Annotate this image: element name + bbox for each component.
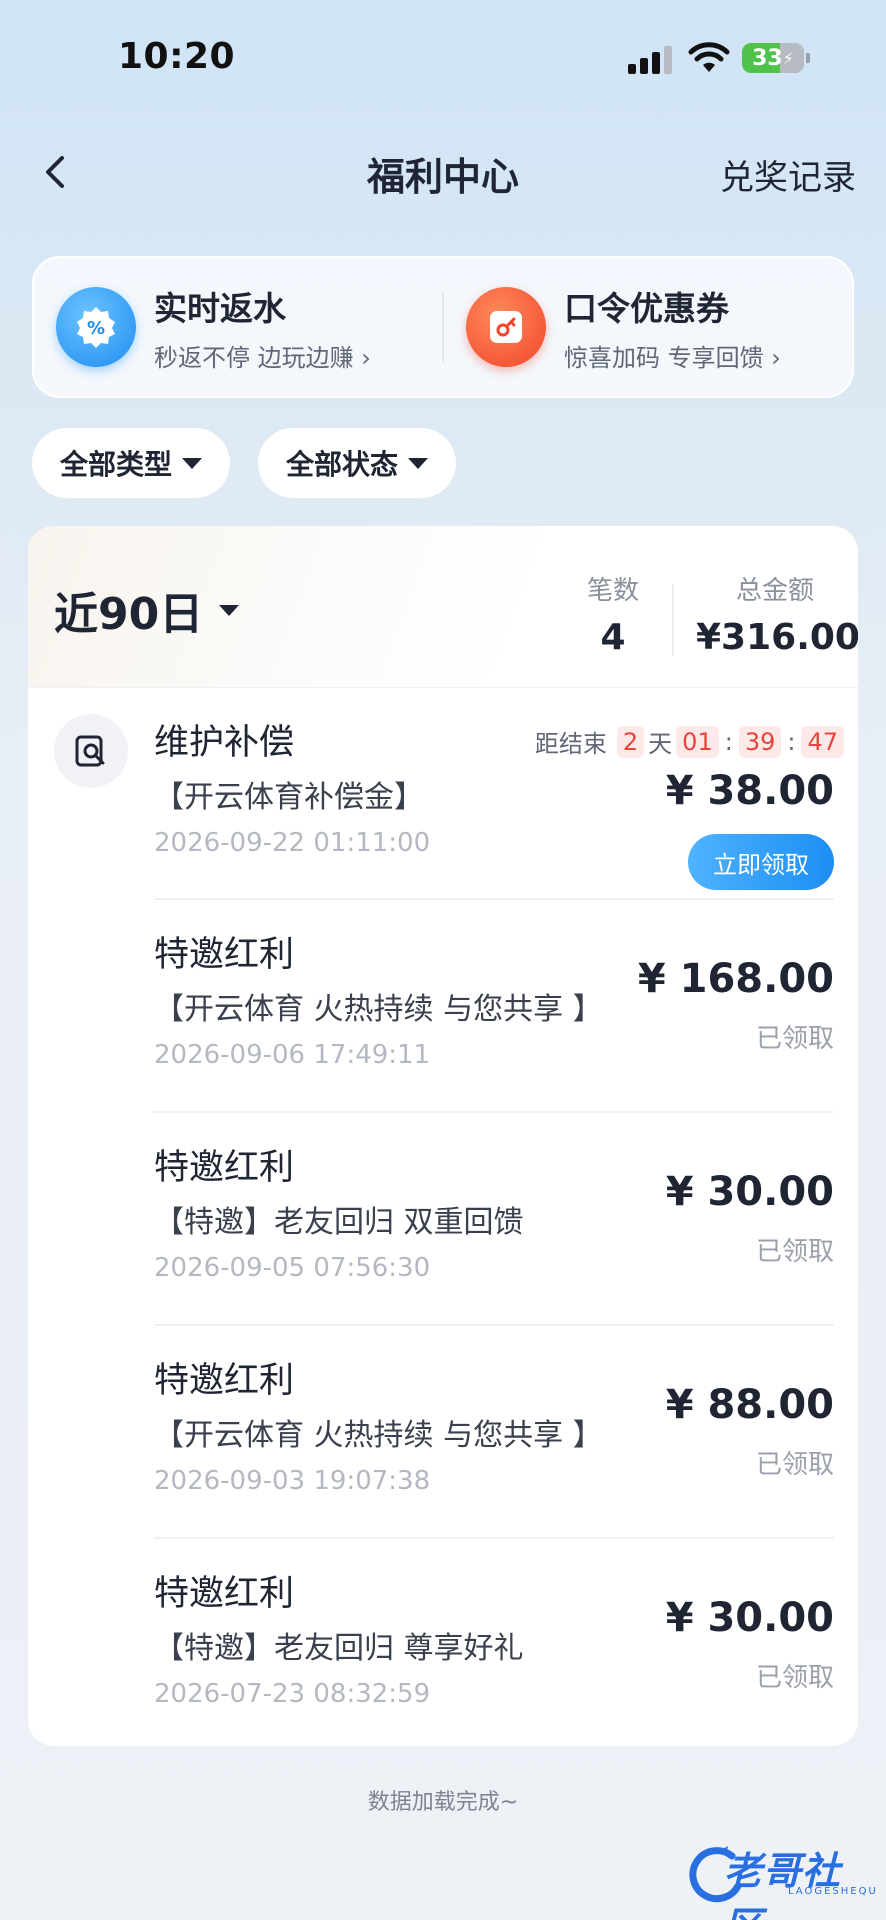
search-document-icon xyxy=(54,714,128,788)
record-description: 【开云体育补偿金】 xyxy=(154,780,424,815)
record-status: 已领取 xyxy=(755,1024,834,1054)
record-description: 【特邀】老友回归 尊享好礼 xyxy=(154,1631,524,1666)
countdown-minutes: 39 xyxy=(738,725,782,758)
countdown-seconds: 47 xyxy=(801,725,844,758)
caret-down-icon xyxy=(408,457,429,469)
status-bar: 10:20 33 ⚡ xyxy=(0,0,886,120)
status-filter-label: 全部状态 xyxy=(286,448,399,481)
record-item: 维护补偿 【开云体育补偿金】 2026-09-22 01:11:00 距结束 2… xyxy=(28,688,858,900)
record-description: 【特邀】老友回归 双重回馈 xyxy=(154,1205,524,1240)
coupon-code-entry[interactable]: 口令优惠券 惊喜加码 专享回馈 › xyxy=(444,258,852,396)
type-filter-label: 全部类型 xyxy=(60,448,173,481)
total-value: ¥316.00 xyxy=(696,617,858,658)
cellular-signal-icon xyxy=(628,44,672,74)
record-item: 特邀红利 【开云体育 火热持续 与您共享 】 2026-09-06 17:49:… xyxy=(28,900,858,1113)
period-label: 近90日 xyxy=(54,589,204,640)
record-amount: ¥ 30.00 xyxy=(665,1595,834,1641)
record-title: 特邀红利 xyxy=(154,1148,295,1188)
countdown-day-unit: 天 xyxy=(648,730,673,758)
countdown-days: 2 xyxy=(616,725,645,758)
type-filter-dropdown[interactable]: 全部类型 xyxy=(32,428,231,498)
promo-subtitle: 秒返不停 边玩边赚 › xyxy=(154,343,371,372)
divider xyxy=(672,584,674,656)
promo-title: 口令优惠券 xyxy=(564,288,729,328)
record-title: 特邀红利 xyxy=(154,1574,295,1614)
record-date: 2026-09-06 17:49:11 xyxy=(154,1040,431,1070)
svg-text:%: % xyxy=(87,318,105,339)
countdown-hours: 01 xyxy=(676,725,719,758)
total-label: 总金额 xyxy=(735,576,814,606)
percent-badge-icon: % xyxy=(56,287,136,367)
caret-down-icon xyxy=(219,604,240,616)
period-selector[interactable]: 近90日 xyxy=(54,578,240,642)
coupon-ticket-icon xyxy=(466,287,546,367)
load-complete-text: 数据加载完成~ xyxy=(367,1790,519,1815)
battery-icon: 33 ⚡ xyxy=(742,43,810,73)
records-card: 近90日 笔数 4 总金额 ¥316.00 维护补偿 【开云体育补偿金】 202… xyxy=(28,526,858,1746)
countdown-timer: 距结束 2 天 01 : 39 : 47 xyxy=(535,724,848,759)
countdown-label: 距结束 xyxy=(534,730,607,758)
record-item: 特邀红利 【特邀】老友回归 双重回馈 2026-09-05 07:56:30 ¥… xyxy=(28,1113,858,1326)
status-filter-dropdown[interactable]: 全部状态 xyxy=(258,428,457,498)
total-stat: 总金额 ¥316.00 xyxy=(696,570,858,658)
status-time: 10:20 xyxy=(118,36,236,77)
record-amount: ¥ 38.00 xyxy=(665,768,834,814)
record-status: 已领取 xyxy=(755,1663,834,1693)
count-stat: 笔数 4 xyxy=(578,570,648,658)
record-amount: ¥ 168.00 xyxy=(637,956,834,1002)
record-date: 2026-07-23 08:32:59 xyxy=(154,1679,431,1709)
record-description: 【开云体育 火热持续 与您共享 】 xyxy=(154,1418,603,1453)
caret-down-icon xyxy=(182,457,203,469)
record-amount: ¥ 30.00 xyxy=(665,1169,834,1215)
record-amount: ¥ 88.00 xyxy=(665,1382,834,1428)
count-value: 4 xyxy=(600,617,626,658)
record-date: 2026-09-05 07:56:30 xyxy=(154,1253,431,1283)
nav-bar: 福利中心 兑奖记录 xyxy=(0,130,886,214)
realtime-rebate-entry[interactable]: % 实时返水 秒返不停 边玩边赚 › xyxy=(34,258,442,396)
promo-card: % 实时返水 秒返不停 边玩边赚 › 口令优惠券 惊喜加码 专享回馈 › xyxy=(32,256,854,398)
count-label: 笔数 xyxy=(586,576,639,606)
record-title: 特邀红利 xyxy=(154,1361,295,1401)
claim-now-button[interactable]: 立即领取 xyxy=(688,834,834,890)
record-status: 已领取 xyxy=(755,1237,834,1267)
record-date: 2026-09-22 01:11:00 xyxy=(154,828,431,858)
redeem-history-link[interactable]: 兑奖记录 xyxy=(720,150,856,199)
record-date: 2026-09-03 19:07:38 xyxy=(154,1466,431,1496)
record-status: 已领取 xyxy=(755,1450,834,1480)
summary-header: 近90日 笔数 4 总金额 ¥316.00 xyxy=(28,526,858,688)
record-title: 维护补偿 xyxy=(154,723,295,763)
record-item: 特邀红利 【特邀】老友回归 尊享好礼 2026-07-23 08:32:59 ¥… xyxy=(28,1539,858,1746)
record-description: 【开云体育 火热持续 与您共享 】 xyxy=(154,992,603,1027)
promo-subtitle: 惊喜加码 专享回馈 › xyxy=(564,343,781,372)
battery-level: 33 xyxy=(752,45,783,71)
record-title: 特邀红利 xyxy=(154,935,295,975)
promo-title: 实时返水 xyxy=(154,288,286,328)
watermark-text: 老哥社区 xyxy=(724,1849,842,1920)
site-watermark-logo: 老哥社区 LAOGESHEQU xyxy=(688,1840,878,1920)
record-item: 特邀红利 【开云体育 火热持续 与您共享 】 2026-09-03 19:07:… xyxy=(28,1326,858,1539)
watermark-subtext: LAOGESHEQU xyxy=(788,1886,878,1897)
wifi-icon xyxy=(688,42,730,72)
